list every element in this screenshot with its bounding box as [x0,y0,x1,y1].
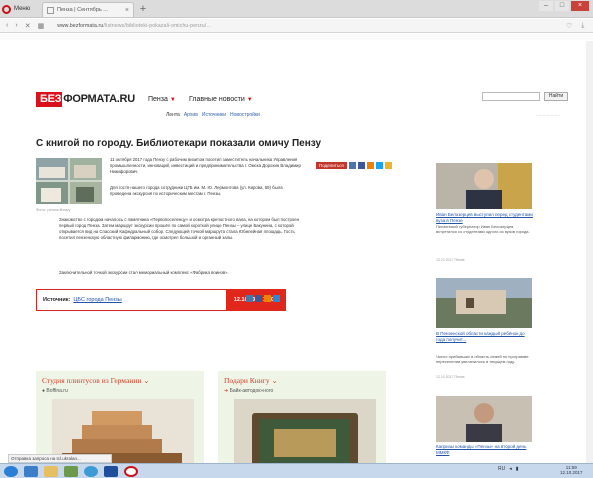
search-input[interactable] [482,92,540,101]
menu-label: Меню [14,6,31,12]
mail-icon[interactable] [273,295,280,302]
facebook-icon[interactable] [255,295,262,302]
back-icon[interactable]: ‹ [6,22,8,29]
maximize-button[interactable]: □ [555,1,569,11]
ie-icon[interactable] [24,465,38,477]
vk-icon[interactable] [246,295,253,302]
lang-indicator[interactable]: RU [498,466,505,472]
explorer-icon[interactable] [44,465,58,477]
facebook-icon[interactable] [357,162,365,169]
taskbar-clock[interactable]: 11:59 12.10.2017 [560,465,583,475]
sub-navigation: Лента Архив Источники Новостройки [166,112,260,118]
close-tab-icon[interactable]: × [125,7,129,14]
main-news-label: Главные новости [189,96,245,103]
bookmarks-bar [0,34,593,40]
logo-red-part: БЕЗ [36,92,63,107]
sidebar-news-date-2: 12.10.2017 Пенза [436,375,465,379]
sidebar-news-date-1: 12.10.2017 Пенза [436,258,465,262]
share-button[interactable]: Поделиться [316,162,347,169]
source-label: Источник: [43,297,71,303]
advanced-search-link[interactable]: ⋯⋯⋯⋯⋯⋯ [536,113,560,118]
speed-dial-icon[interactable]: ▦ [38,22,45,30]
article-paragraph-1: 11 октября 2017 года Пензу с рабочим виз… [110,157,301,174]
subnav-item-sources[interactable]: Источники [202,112,226,118]
subnav-item-feed[interactable]: Лента [166,112,180,118]
reload-icon[interactable]: ✕ [25,22,31,30]
opera-icon [2,4,11,14]
article-paragraph-2: Для гостя нашего города сотрудники ЦГБ и… [110,185,283,196]
card-title: Студия плинтусов из Германии ⌄ [42,376,150,385]
browser-tab[interactable]: Пенза | Сентябрь ... × [42,2,134,17]
subnav-item-archive[interactable]: Архив [184,112,198,118]
opera-taskbar-icon[interactable] [124,465,138,477]
vk-icon[interactable] [348,162,356,169]
new-tab-button[interactable]: + [137,3,149,15]
tab-title: Пенза | Сентябрь ... [57,7,108,13]
download-icon[interactable]: ⤓ [581,22,584,30]
app-icon[interactable] [84,465,98,477]
sidebar-photo-person[interactable] [436,396,532,442]
city-label: Пенза [148,96,168,103]
close-window-button[interactable]: × [571,1,589,11]
sidebar-photo-building[interactable] [436,278,532,328]
odnoklassniki-icon[interactable] [366,162,374,169]
sidebar-news-text-1: Пензенский губернатор Иван Белозерцев вс… [436,224,530,234]
promo-card-gift-book[interactable]: Подари Книгу ⌄ ➜ Байк-автодок»ного [218,371,386,478]
volume-icon[interactable]: ◂ [509,466,512,472]
logo-text: ФОРМАТА.RU [63,93,135,105]
sidebar-news-text-2: Число прибывших в область семей по прогр… [436,354,529,364]
word-icon[interactable] [104,465,118,477]
chevron-down-icon: ▼ [169,97,176,103]
more-share-icon[interactable] [384,162,392,169]
card-subtitle: ➜ Байк-автодок»ного [224,388,274,394]
site-logo[interactable]: БЕЗ ФОРМАТА.RU [36,92,135,107]
system-tray: RU ◂ ▮ [498,466,519,472]
status-tooltip: Отправка запроса на tcl.ukralan... [8,454,112,463]
main-news-menu[interactable]: Главные новости ▼ [189,96,253,103]
favicon-icon [47,6,54,14]
start-icon[interactable] [4,465,18,477]
forward-icon[interactable]: › [15,22,17,29]
address-bar-actions: ♡ ⤓ [566,22,584,30]
address-bar: ‹ › ✕ ▦ www.bezformata.ru/listnews/bibli… [0,19,593,33]
photo-caption: Фото: penza-library [36,207,71,212]
clock-date: 12.10.2017 [560,470,583,475]
article-paragraph-3: Знакомство с городом началось с памятник… [59,217,300,240]
network-icon[interactable]: ▮ [516,466,519,472]
page-scrollbar[interactable] [586,41,593,463]
url-field[interactable]: www.bezformata.ru/listnews/biblioteki-po… [57,23,211,29]
article-paragraph-4: Заключительной точкой экскурсии стал мем… [59,270,229,275]
twitter-icon[interactable] [375,162,383,169]
share-bar: Поделиться [316,162,392,169]
chevron-down-icon: ▼ [246,97,253,103]
heart-icon[interactable]: ♡ [566,22,572,30]
minimize-button[interactable]: – [539,1,553,11]
media-icon[interactable] [64,465,78,477]
article-headline: С книгой по городу. Библиотекари показал… [36,138,322,149]
opera-menu-button[interactable]: Меню [2,2,40,16]
sidebar-photo-governor[interactable] [436,163,532,209]
article-photo[interactable] [36,158,102,204]
search-button[interactable]: Найти [544,92,568,101]
card-title: Подари Книгу ⌄ [224,376,278,385]
sidebar-news-link-2[interactable]: В Пензенской области каждый ребёнок до г… [436,331,534,342]
odnoklassniki-icon[interactable] [264,295,271,302]
sidebar-news-link-1[interactable]: Иван Белозерцев выступил перед студентам… [436,212,534,223]
card-subtitle: ● Boffina.ru [42,388,68,394]
subnav-item-buildings[interactable]: Новостройки [230,112,260,118]
source-link[interactable]: ЦБС города Пензы [70,297,121,303]
city-selector[interactable]: Пенза ▼ [148,96,176,103]
sidebar-news-link-3[interactable]: Капризы команды «Пензы» на второй день М… [436,444,534,455]
window-controls: – □ × [539,1,589,11]
source-share-icons [246,295,280,302]
